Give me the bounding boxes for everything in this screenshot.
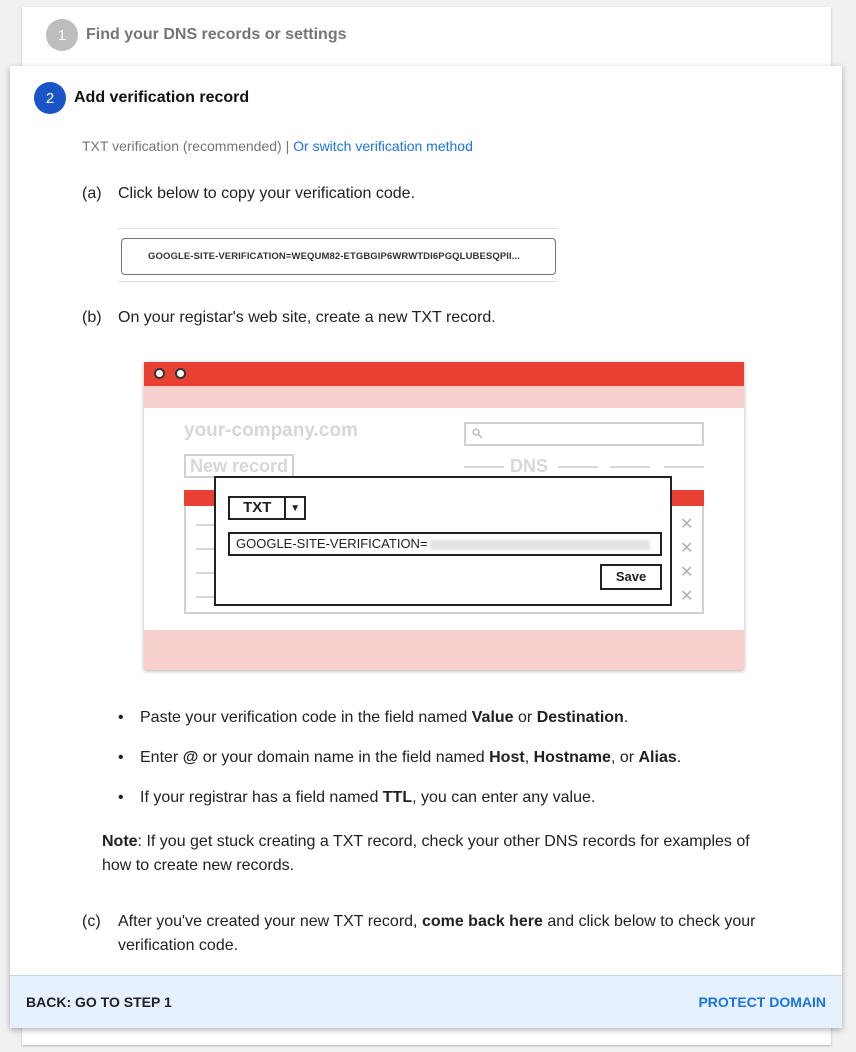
method-label: TXT verification (recommended) — [82, 138, 282, 154]
step-2-header: 2 Add verification record — [34, 82, 249, 114]
illustration-line — [464, 466, 504, 468]
illustration-line — [196, 572, 216, 574]
note-label: Note — [102, 833, 138, 850]
bullet-bold: TTL — [382, 789, 413, 806]
bullet-bold: @ — [182, 749, 199, 766]
instruction-a: (a) Click below to copy your verificatio… — [82, 182, 415, 206]
back-to-step-1-button[interactable]: BACK: GO TO STEP 1 — [26, 994, 172, 1010]
window-dot-icon — [175, 368, 186, 379]
caret-down-icon: ▼ — [284, 498, 304, 518]
step-2-card: 2 Add verification record TXT verificati… — [10, 66, 842, 1028]
close-icon: ✕ — [680, 540, 694, 557]
instruction-c-bold: come back here — [421, 913, 543, 930]
verification-code-copy-button[interactable]: GOOGLE-SITE-VERIFICATION=WEQUM82-ETGBGIP… — [121, 238, 556, 275]
note-text: : If you get stuck creating a TXT record… — [102, 833, 750, 874]
protect-domain-button[interactable]: PROTECT DOMAIN — [698, 994, 826, 1010]
illustration-dns-label: DNS — [510, 456, 549, 476]
bullet-text: If your registrar has a field named — [140, 789, 383, 806]
note-paragraph: Note: If you get stuck creating a TXT re… — [102, 830, 762, 878]
illustration-line — [196, 596, 216, 598]
bullet-text: , — [524, 749, 534, 766]
step-1-title: Find your DNS records or settings — [86, 26, 347, 43]
illustration-line — [664, 466, 704, 468]
instruction-b-text: On your registar's web site, create a ne… — [118, 309, 496, 326]
step-1-number-badge: 1 — [46, 19, 78, 51]
bullet-bold: Alias — [638, 749, 677, 766]
close-icon: ✕ — [680, 564, 694, 581]
bullet-text: , or — [610, 749, 639, 766]
step-2-number-badge: 2 — [34, 82, 66, 114]
verification-method-line: TXT verification (recommended) | Or swit… — [82, 138, 473, 154]
illustration-line — [610, 466, 650, 468]
illustration-record-type-select: TXT ▼ — [228, 496, 306, 520]
instruction-b-letter: (b) — [82, 309, 102, 326]
value-prefix: GOOGLE-SITE-VERIFICATION= — [236, 536, 428, 551]
bullet-text: Enter — [140, 749, 183, 766]
illustration-line — [558, 466, 598, 468]
illustration-top-band — [144, 386, 744, 408]
illustration-save-button: Save — [600, 564, 662, 590]
illustration-value-field: GOOGLE-SITE-VERIFICATION= — [228, 532, 662, 556]
bullet-text: Paste your verification code in the fiel… — [140, 709, 472, 726]
bullet-bold: Destination — [536, 709, 624, 726]
search-icon — [472, 428, 483, 439]
instruction-c-text: After you've created your new TXT record… — [118, 910, 772, 958]
illustration-search-box — [464, 422, 704, 446]
instruction-a-text: Click below to copy your verification co… — [118, 185, 416, 202]
close-icon: ✕ — [680, 516, 694, 533]
instruction-c-letter: (c) — [82, 913, 101, 930]
bullet-bold: Hostname — [533, 749, 611, 766]
step-1-header[interactable]: 1 Find your DNS records or settings — [46, 19, 346, 51]
step-2-title: Add verification record — [74, 89, 250, 106]
bullet-text: or your domain name in the field named — [198, 749, 490, 766]
close-icon: ✕ — [680, 588, 694, 605]
bullet-text: , you can enter any value. — [412, 789, 596, 806]
instruction-a-letter: (a) — [82, 185, 102, 202]
switch-method-link[interactable]: Or switch verification method — [293, 138, 473, 154]
registrar-illustration: your-company.com New record DNS ✕ ✕ ✕ ✕ … — [144, 362, 744, 670]
illustration-line — [196, 524, 216, 526]
bullet-text: . — [623, 709, 629, 726]
illustration-new-record: New record — [184, 454, 295, 478]
list-item: Enter @ or your domain name in the field… — [118, 746, 758, 786]
bullet-text: or — [513, 709, 537, 726]
bullet-bold: Value — [471, 709, 514, 726]
bullet-text: . — [676, 749, 682, 766]
list-item: Paste your verification code in the fiel… — [118, 706, 758, 746]
instruction-c-pre: After you've created your new TXT record… — [118, 913, 422, 930]
step-footer: BACK: GO TO STEP 1 PROTECT DOMAIN — [10, 975, 842, 1028]
illustration-new-txt-dialog: TXT ▼ GOOGLE-SITE-VERIFICATION= Save — [214, 476, 672, 606]
bullet-bold: Host — [489, 749, 525, 766]
blurred-code — [429, 539, 650, 550]
record-type-value: TXT — [243, 499, 272, 516]
instruction-bullets: Paste your verification code in the fiel… — [118, 706, 758, 826]
instruction-c: (c) After you've created your new TXT re… — [82, 910, 772, 958]
illustration-domain: your-company.com — [184, 420, 358, 441]
verification-code-area: GOOGLE-SITE-VERIFICATION=WEQUM82-ETGBGIP… — [118, 228, 558, 282]
window-dot-icon — [154, 368, 165, 379]
illustration-titlebar — [144, 362, 744, 386]
method-separator: | — [281, 138, 294, 154]
illustration-line — [196, 548, 216, 550]
illustration-bottom-band — [144, 630, 744, 670]
list-item: If your registrar has a field named TTL,… — [118, 786, 758, 826]
instruction-b: (b) On your registar's web site, create … — [82, 306, 496, 330]
